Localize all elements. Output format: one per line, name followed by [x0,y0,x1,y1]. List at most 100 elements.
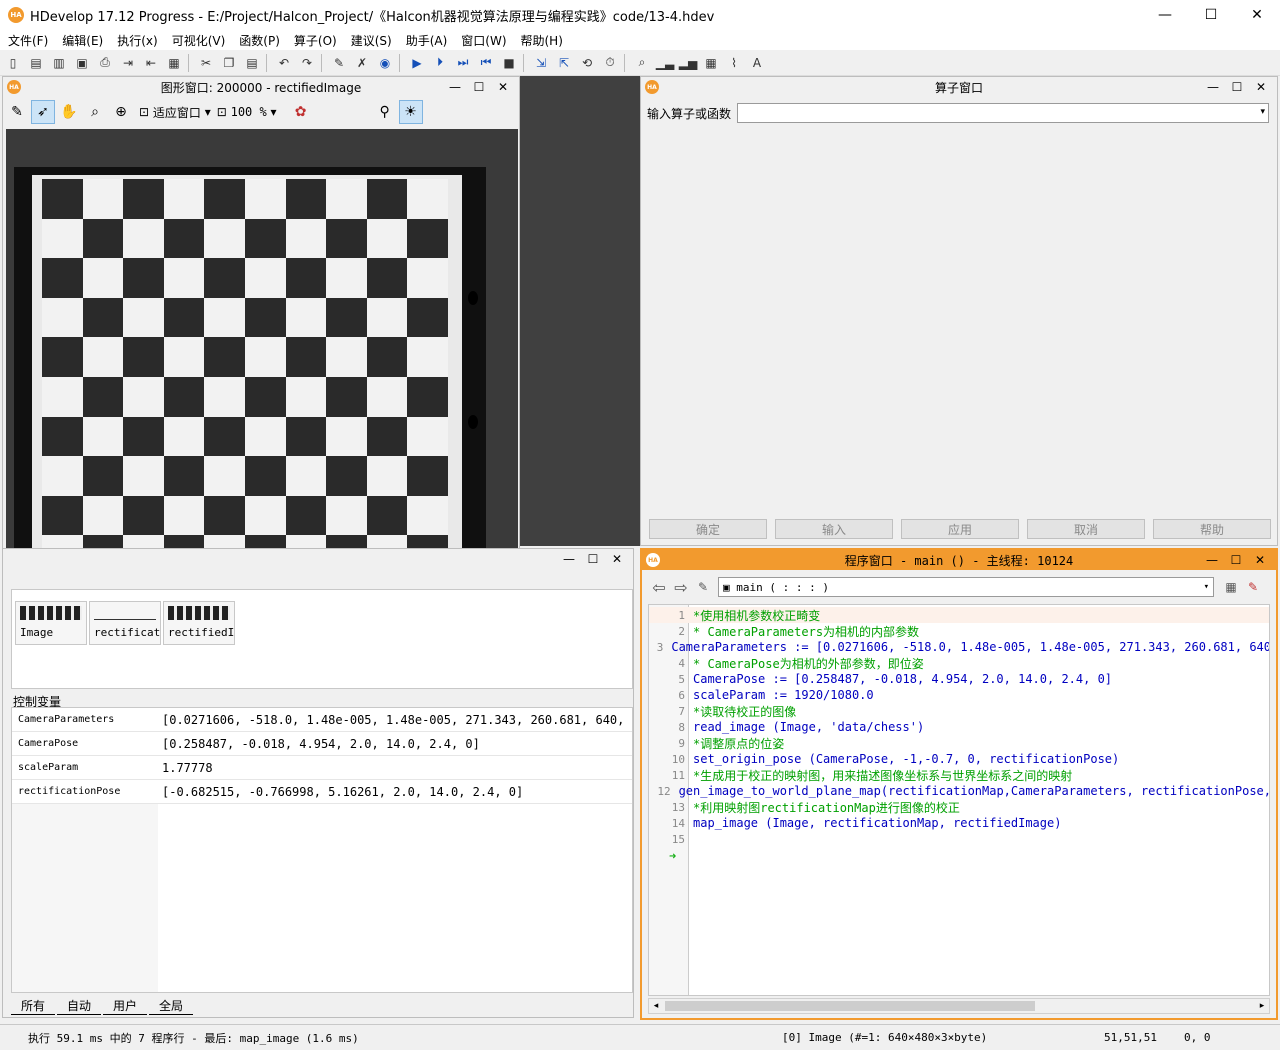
menu-visualization[interactable]: 可视化(V) [172,32,226,49]
gray-histogram-icon[interactable]: ▁▃ [655,53,675,73]
magnifier-icon[interactable]: ⌕ [83,100,107,124]
scrollbar-thumb[interactable] [665,1001,1035,1011]
operator-minimize-button[interactable]: — [1201,80,1225,94]
program-minimize-button[interactable]: — [1200,553,1224,567]
pan-hand-icon[interactable]: ✋ [57,100,81,124]
table-row[interactable]: CameraParameters [0.0271606, -518.0, 1.4… [12,708,632,732]
code-line[interactable]: 4 * CameraPose为相机的外部参数，即位姿 [649,655,1269,671]
code-line[interactable]: 5 CameraPose := [0.258487, -0.018, 4.954,… [649,671,1269,687]
program-maximize-button[interactable]: ☐ [1224,553,1248,567]
edit-icon[interactable]: ✎ [5,100,29,124]
ocr-icon[interactable]: A [747,53,767,73]
menu-assistants[interactable]: 助手(A) [406,32,448,49]
menu-edit[interactable]: 编辑(E) [62,32,103,49]
menu-help[interactable]: 帮助(H) [521,32,563,49]
graphics-close-button[interactable]: ✕ [491,80,515,94]
redo-icon[interactable]: ↷ [297,53,317,73]
iconic-var-image[interactable]: Image [15,601,87,645]
color-settings-icon[interactable]: ✿ [289,100,313,124]
new-file-icon[interactable]: ▯ [3,53,23,73]
reset-program-icon[interactable]: ⟲ [577,53,597,73]
menu-procedures[interactable]: 函数(P) [239,32,280,49]
program-close-button[interactable]: ✕ [1248,553,1272,567]
minimize-button[interactable]: — [1142,0,1188,30]
iconic-var-rectificationmap[interactable]: rectificat [89,601,161,645]
code-editor[interactable]: 1 *使用相机参数校正畸变 2 * CameraParameters为相机的内部参数 3… [648,604,1270,996]
code-line[interactable]: 9 *调整原点的位姿 [649,735,1269,751]
edit-procedure-icon[interactable]: ✎ [692,580,714,594]
undo-icon[interactable]: ↶ [274,53,294,73]
tab-user[interactable]: 用户 [103,997,148,1015]
line-profile-icon[interactable]: ⌇ [724,53,744,73]
delete-procedure-icon[interactable]: ✎ [1242,580,1264,594]
copy-icon[interactable]: ❐ [219,53,239,73]
code-line[interactable]: 11 *生成用于校正的映射图，用来描述图像坐标系与世界坐标系之间的映射 [649,767,1269,783]
graphics-maximize-button[interactable]: ☐ [467,80,491,94]
open-example-icon[interactable]: ▥ [49,53,69,73]
code-line[interactable]: 14 map_image (Image, rectificationMap, re… [649,815,1269,831]
code-line[interactable]: 1 *使用相机参数校正畸变 [649,607,1269,623]
code-line[interactable]: 13 *利用映射图rectificationMap进行图像的校正 [649,799,1269,815]
paste-icon[interactable]: ▤ [242,53,262,73]
properties-icon[interactable]: ▦ [164,53,184,73]
zoom-window-icon[interactable]: ⌕ [632,53,652,73]
cancel-button[interactable]: 取消 [1027,519,1145,539]
run-icon[interactable]: ▶ [407,53,427,73]
table-row[interactable]: CameraPose [0.258487, -0.018, 4.954, 2.0… [12,732,632,756]
procedure-settings-icon[interactable]: ▦ [1220,580,1242,594]
procedure-select[interactable]: ▣ main ( : : : ) ▾ [718,577,1214,597]
activate-line-icon[interactable]: ✎ [329,53,349,73]
step-into-icon[interactable]: ⇲ [531,53,551,73]
tab-all[interactable]: 所有 [11,997,56,1015]
step-out-icon[interactable]: ⇱ [554,53,574,73]
horizontal-scrollbar[interactable]: ◂ ▸ [648,998,1270,1014]
code-line[interactable]: 8 read_image (Image, 'data/chess') [649,719,1269,735]
step-over-icon[interactable]: ⏭ [453,53,473,73]
run-to-icon[interactable]: ⏵ [430,53,450,73]
variable-minimize-button[interactable]: — [557,552,581,566]
back-arrow-icon[interactable]: ⇦ [648,578,670,597]
scroll-right-icon[interactable]: ▸ [1255,999,1269,1013]
import-icon[interactable]: ⇤ [141,53,161,73]
menu-execute[interactable]: 执行(x) [117,32,157,49]
table-row[interactable]: scaleParam 1.77778 [12,756,632,780]
forward-arrow-icon[interactable]: ⇨ [670,578,692,597]
code-line[interactable]: 6 scaleParam := 1920/1080.0 [649,687,1269,703]
chevron-down-icon[interactable]: ▾ [1260,107,1265,117]
code-line[interactable]: 10 set_origin_pose (CameraPose, -1,-0.7, … [649,751,1269,767]
feature-inspection-icon[interactable]: ▦ [701,53,721,73]
set-parameters-icon[interactable]: ⚲ [373,100,397,124]
enter-button[interactable]: 输入 [775,519,893,539]
code-line[interactable]: 12 gen_image_to_world_plane_map(rectifica… [649,783,1269,799]
code-line[interactable]: 15 [649,831,1269,847]
variable-maximize-button[interactable]: ☐ [581,552,605,566]
graphics-minimize-button[interactable]: — [443,80,467,94]
tab-auto[interactable]: 自动 [57,997,102,1015]
code-line[interactable]: 2 * CameraParameters为相机的内部参数 [649,623,1269,639]
save-icon[interactable]: ▣ [72,53,92,73]
code-line[interactable]: 7 *读取待校正的图像 [649,703,1269,719]
zoom-combo[interactable]: ⊡ 100 % ▾ [217,105,277,119]
lightbulb-icon[interactable]: ☀ [398,100,423,124]
table-row[interactable]: rectificationPose [-0.682515, -0.766998,… [12,780,632,804]
scroll-left-icon[interactable]: ◂ [649,999,663,1013]
code-line[interactable]: 3 CameraParameters := [0.0271606, -518.0,… [649,639,1269,655]
help-button[interactable]: 帮助 [1153,519,1271,539]
menu-window[interactable]: 窗口(W) [461,32,506,49]
feature-histogram-icon[interactable]: ▂▅ [678,53,698,73]
menu-operators[interactable]: 算子(O) [294,32,337,49]
operator-search-input[interactable] [737,103,1270,123]
print-icon[interactable]: ⎙ [95,53,115,73]
variable-close-button[interactable]: ✕ [605,552,629,566]
deactivate-line-icon[interactable]: ✗ [352,53,372,73]
cut-icon[interactable]: ✂ [196,53,216,73]
profiler-icon[interactable]: ⏱ [600,53,620,73]
menu-suggestions[interactable]: 建议(S) [351,32,392,49]
zoom-in-icon[interactable]: ⊕ [109,100,133,124]
tab-global[interactable]: 全局 [149,997,194,1015]
iconic-var-rectifiedimage[interactable]: rectifiedI [163,601,235,645]
maximize-button[interactable]: ☐ [1188,0,1234,30]
pointer-icon[interactable]: ➶ [31,100,55,124]
close-button[interactable]: ✕ [1234,0,1280,30]
operator-maximize-button[interactable]: ☐ [1225,80,1249,94]
